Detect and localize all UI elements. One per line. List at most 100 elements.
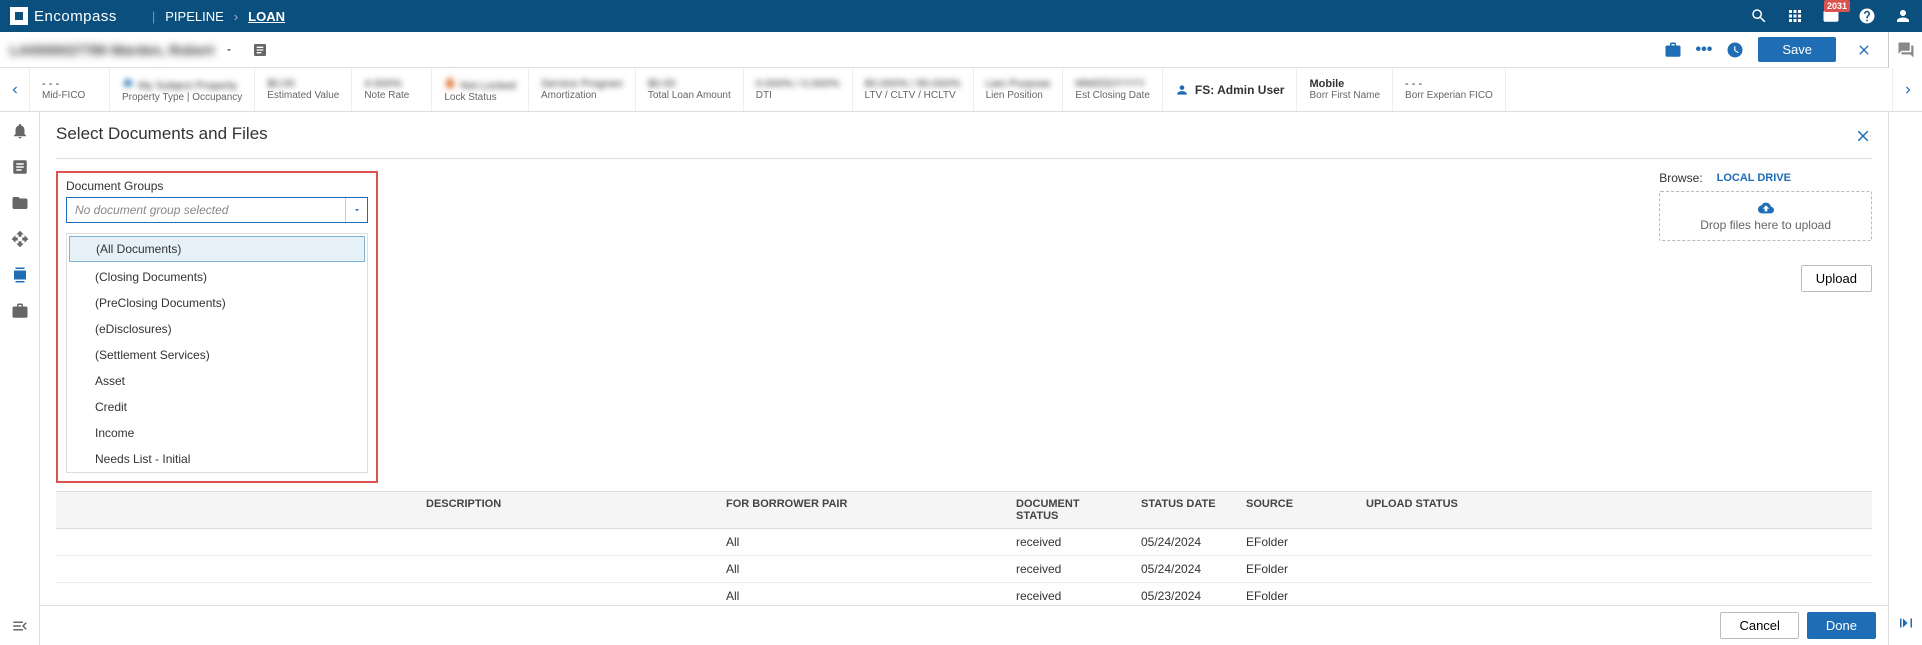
right-rail xyxy=(1888,112,1922,645)
ribbon-dti[interactable]: 0.000% / 0.000%DTI xyxy=(744,68,853,111)
dropdown-option[interactable]: (PreClosing Documents) xyxy=(67,290,367,316)
cell-date: 05/24/2024 xyxy=(1131,556,1236,582)
ribbon-property[interactable]: My Subject PropertyProperty Type | Occup… xyxy=(110,68,255,111)
home-icon xyxy=(122,77,134,89)
clock-icon[interactable] xyxy=(1726,41,1744,59)
panel-footer: Cancel Done xyxy=(40,605,1888,645)
browse-label: Browse: xyxy=(1659,171,1702,185)
apps-icon[interactable] xyxy=(1786,7,1804,25)
col-source: SOURCE xyxy=(1236,492,1356,528)
ribbon-note-rate[interactable]: 4.000%Note Rate xyxy=(352,68,432,111)
dropdown-option[interactable]: Asset xyxy=(67,368,367,394)
col-document-status: DOCUMENT STATUS xyxy=(1006,492,1131,528)
left-nav-rail xyxy=(0,112,40,645)
chat-panel-toggle[interactable] xyxy=(1888,32,1922,68)
cell-pair: All xyxy=(716,556,1006,582)
loan-number-borrower: LA0000027789 Warden, Robert xyxy=(10,42,214,58)
move-icon[interactable] xyxy=(11,230,29,248)
dropdown-placeholder: No document group selected xyxy=(67,203,345,217)
loan-header-bar: LA0000027789 Warden, Robert ••• Save xyxy=(0,32,1888,68)
chevron-down-icon[interactable] xyxy=(224,45,234,55)
col-description: DESCRIPTION xyxy=(416,492,716,528)
upload-button[interactable]: Upload xyxy=(1801,265,1872,292)
breadcrumb-pipeline[interactable]: PIPELINE xyxy=(165,9,224,24)
bell-icon[interactable] xyxy=(11,122,29,140)
dropdown-toggle[interactable] xyxy=(345,198,367,222)
cell-date: 05/24/2024 xyxy=(1131,529,1236,555)
processor-icon[interactable] xyxy=(11,266,29,284)
search-icon[interactable] xyxy=(1750,7,1768,25)
chevron-down-icon xyxy=(352,205,362,215)
briefcase-icon[interactable] xyxy=(11,302,29,320)
dropdown-option[interactable]: (Closing Documents) xyxy=(67,264,367,290)
cell-status: received xyxy=(1006,556,1131,582)
cell-description xyxy=(56,529,716,555)
lock-icon xyxy=(444,77,456,89)
topbar: Encompass | PIPELINE › LOAN 2031 xyxy=(0,0,1922,32)
ribbon-ltv[interactable]: 80.000% / 80.000%LTV / CLTV / HCLTV xyxy=(853,68,974,111)
breadcrumb-loan[interactable]: LOAN xyxy=(248,9,285,24)
dropdown-list: (All Documents)(Closing Documents)(PreCl… xyxy=(66,233,368,473)
ribbon-lock-status[interactable]: Not LockedLock Status xyxy=(432,68,529,111)
collapse-right-icon[interactable] xyxy=(1897,614,1915,632)
cell-description xyxy=(56,556,716,582)
breadcrumb: PIPELINE › LOAN xyxy=(165,9,285,24)
app-logo[interactable]: Encompass xyxy=(10,7,117,25)
table-row[interactable]: Allreceived05/24/2024EFolder xyxy=(56,556,1872,583)
ribbon-amortization[interactable]: Service ProgramAmortization xyxy=(529,68,636,111)
user-icon[interactable] xyxy=(1894,7,1912,25)
dropdown-option[interactable]: Needs List - Initial xyxy=(67,446,367,472)
ribbon-total-amount[interactable]: $0.00Total Loan Amount xyxy=(636,68,744,111)
ribbon-mobile[interactable]: MobileBorr First Name xyxy=(1297,68,1393,111)
col-status-date: STATUS DATE xyxy=(1131,492,1236,528)
save-button[interactable]: Save xyxy=(1758,37,1836,62)
dropdown-option[interactable]: (All Documents) xyxy=(69,236,365,262)
chevron-right-icon: › xyxy=(234,9,238,24)
close-icon[interactable] xyxy=(1856,42,1872,58)
ribbon-est-value[interactable]: $0.00Estimated Value xyxy=(255,68,352,111)
ribbon-lien[interactable]: Lien PurposeLien Position xyxy=(974,68,1064,111)
cell-source: EFolder xyxy=(1236,529,1356,555)
chat-icon xyxy=(1897,41,1915,59)
collapse-left-icon[interactable] xyxy=(11,617,29,635)
cell-upload xyxy=(1356,556,1872,582)
form-icon[interactable] xyxy=(11,158,29,176)
file-dropzone[interactable]: Drop files here to upload xyxy=(1659,191,1872,241)
ribbon-experian[interactable]: - - -Borr Experian FICO xyxy=(1393,68,1506,111)
dropdown-option[interactable]: (eDisclosures) xyxy=(67,316,367,342)
cancel-button[interactable]: Cancel xyxy=(1720,612,1798,639)
ribbon-scroll-left[interactable] xyxy=(0,68,30,111)
toolbox-icon[interactable] xyxy=(1664,41,1682,59)
dropdown-option[interactable]: Income xyxy=(67,420,367,446)
loan-info-ribbon: - - -Mid-FICO My Subject PropertyPropert… xyxy=(0,68,1922,112)
ribbon-closing-date[interactable]: MM/DD/YYYYEst Closing Date xyxy=(1063,68,1162,111)
ribbon-mid-fico[interactable]: - - -Mid-FICO xyxy=(30,68,110,111)
browse-local-drive-link[interactable]: LOCAL DRIVE xyxy=(1717,172,1791,184)
encompass-logo-icon xyxy=(10,7,28,25)
table-header-row: DESCRIPTION FOR BORROWER PAIR DOCUMENT S… xyxy=(56,491,1872,529)
dropdown-option[interactable]: (Settlement Services) xyxy=(67,342,367,368)
notes-icon[interactable] xyxy=(252,42,268,58)
dropzone-text: Drop files here to upload xyxy=(1700,218,1831,232)
folder-icon[interactable] xyxy=(11,194,29,212)
done-button[interactable]: Done xyxy=(1807,612,1876,639)
content-panel: Select Documents and Files Document Grou… xyxy=(40,112,1888,645)
cloud-upload-icon xyxy=(1755,200,1777,216)
ribbon-scroll-right[interactable] xyxy=(1892,68,1922,111)
cell-pair: All xyxy=(716,529,1006,555)
table-row[interactable]: Allreceived05/24/2024EFolder xyxy=(56,529,1872,556)
more-options-icon[interactable]: ••• xyxy=(1696,41,1713,59)
help-icon[interactable] xyxy=(1858,7,1876,25)
app-name: Encompass xyxy=(34,8,117,25)
close-icon xyxy=(1854,127,1872,145)
col-upload-status: UPLOAD STATUS xyxy=(1356,492,1872,528)
dropdown-option[interactable]: Credit xyxy=(67,394,367,420)
person-icon xyxy=(1175,83,1189,97)
cell-upload xyxy=(1356,529,1872,555)
inbox-icon-wrapper[interactable]: 2031 xyxy=(1822,6,1840,27)
divider: | xyxy=(152,9,155,24)
ribbon-user[interactable]: FS: Admin User xyxy=(1163,68,1298,111)
document-group-dropdown[interactable]: No document group selected xyxy=(66,197,368,223)
close-panel-button[interactable] xyxy=(1854,127,1872,148)
chevron-left-icon xyxy=(8,83,22,97)
